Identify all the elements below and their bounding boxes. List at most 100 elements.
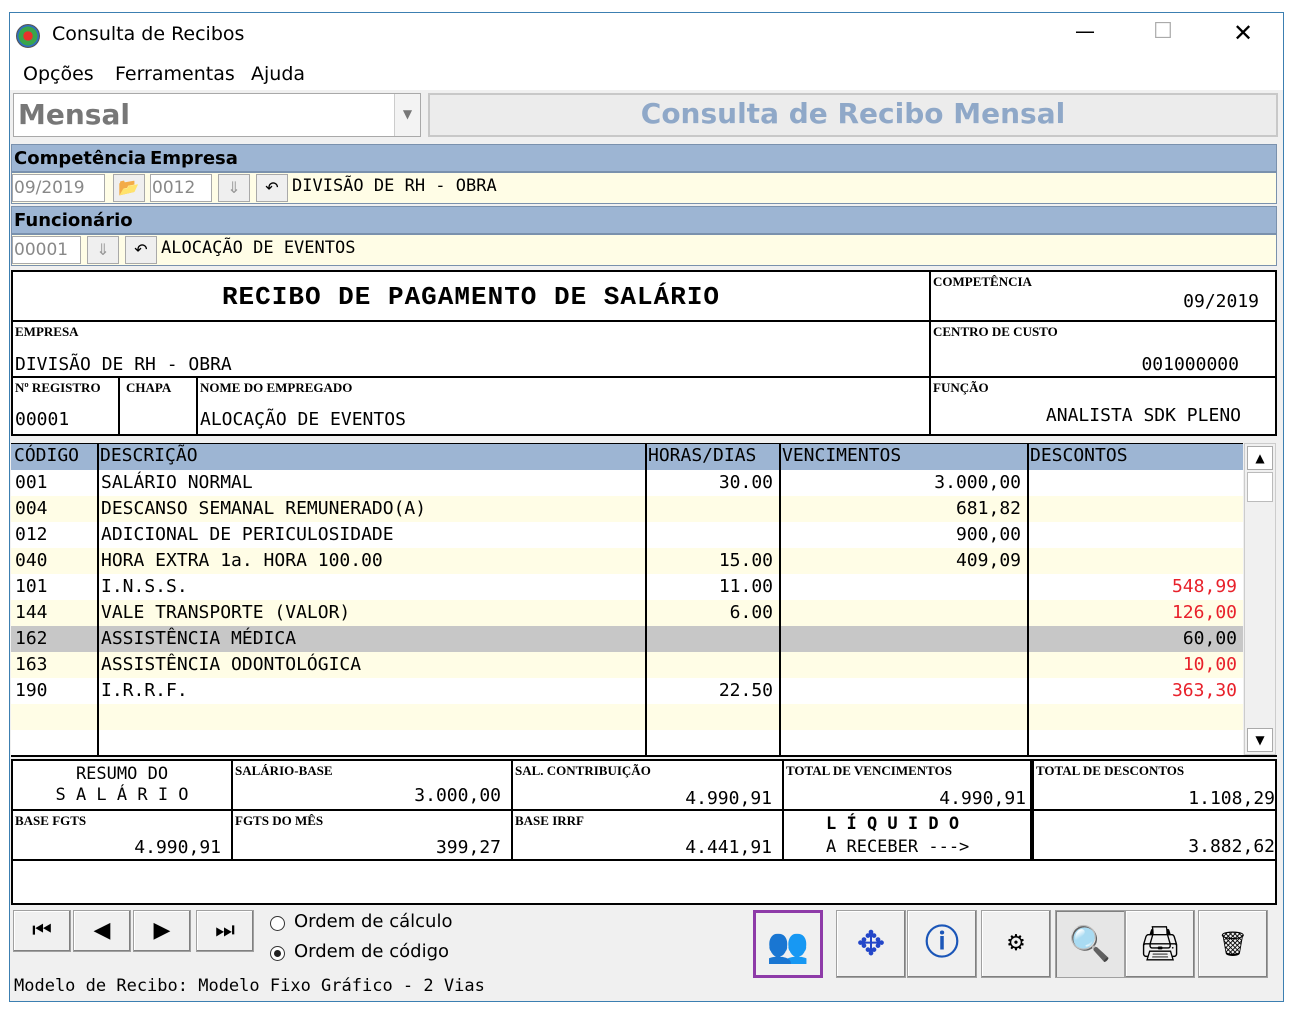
- cell-horas: 6.00: [729, 602, 773, 623]
- window-title: Consulta de Recibos: [52, 23, 245, 45]
- competencia-empresa-row: 09/2019 📂 0012 ⇓ ↶ DIVISÃO DE RH - OBRA: [11, 172, 1277, 204]
- base-fgts-value: 4.990,91: [134, 837, 221, 858]
- cell-horas: [645, 626, 779, 652]
- cell-horas: [645, 496, 779, 522]
- funcionario-row: 00001 ⇓ ↶ ALOCAÇÃO DE EVENTOS: [11, 234, 1277, 266]
- print-button[interactable]: 🖨: [1125, 910, 1195, 978]
- order-codigo-radio[interactable]: [270, 946, 285, 961]
- salario-base-caption: SALÁRIO-BASE: [235, 763, 333, 778]
- undo-icon[interactable]: ↶: [256, 174, 288, 202]
- salario-base-value: 3.000,00: [414, 785, 501, 806]
- menu-ajuda[interactable]: Ajuda: [251, 63, 305, 85]
- mode-select[interactable]: Mensal ▼: [13, 93, 421, 137]
- magnifier-icon: 🔍: [1068, 924, 1112, 964]
- scroll-down-button[interactable]: ▼: [1247, 728, 1273, 752]
- last-record-button[interactable]: ⏭: [196, 910, 254, 952]
- col-header-vencimentos[interactable]: VENCIMENTOS: [779, 444, 1027, 470]
- download-icon[interactable]: ⇓: [218, 174, 250, 202]
- cell-desc: 363,30: [1171, 680, 1237, 701]
- fgts-mes-caption: FGTS DO MÊS: [235, 813, 324, 828]
- cell-venc: 900,00: [955, 524, 1021, 545]
- cell-codigo: 101: [15, 576, 48, 597]
- receipt-title: RECIBO DE PAGAMENTO DE SALÁRIO: [221, 282, 721, 312]
- liquido-box: 3.882,62: [1032, 809, 1277, 861]
- scroll-thumb[interactable]: [1247, 472, 1273, 502]
- folder-open-icon[interactable]: 📂: [113, 174, 145, 202]
- cell-descricao: I.R.R.F.: [101, 680, 188, 701]
- download-icon[interactable]: ⇓: [87, 236, 119, 264]
- cell-descricao: I.N.S.S.: [101, 576, 188, 597]
- users-chat-icon: 👥: [766, 926, 810, 966]
- preview-button[interactable]: 🔍: [1055, 910, 1125, 978]
- resumo-line2: S A L Á R I O: [55, 785, 189, 805]
- info-button[interactable]: ⓘ: [907, 910, 977, 978]
- info-icon: ⓘ: [925, 925, 959, 962]
- receipt-title-box: RECIBO DE PAGAMENTO DE SALÁRIO: [11, 270, 931, 322]
- column-divider: [779, 444, 781, 756]
- maximize-button[interactable]: ☐: [1148, 19, 1178, 44]
- cell-desc: 10,00: [1182, 654, 1237, 675]
- close-button[interactable]: ✕: [1228, 19, 1258, 47]
- next-record-button[interactable]: ▶: [133, 910, 191, 952]
- order-calculo-label[interactable]: Ordem de cálculo: [294, 911, 452, 932]
- col-header-descricao[interactable]: DESCRIÇÃO: [97, 444, 645, 470]
- table-row[interactable]: [11, 704, 1243, 730]
- users-chat-button[interactable]: 👥: [753, 910, 823, 978]
- table-row[interactable]: 040 HORA EXTRA 1a. HORA 100.00 15.00 409,09: [11, 548, 1243, 574]
- col-header-descontos[interactable]: DESCONTOS: [1027, 444, 1243, 470]
- order-calculo-radio[interactable]: [270, 916, 285, 931]
- cell-codigo: 040: [15, 550, 48, 571]
- nome-caption: NOME DO EMPREGADO: [200, 380, 353, 395]
- scroll-up-button[interactable]: ▲: [1247, 446, 1273, 470]
- delete-button[interactable]: 🗑: [1198, 910, 1268, 978]
- funcao-caption: FUNÇÃO: [933, 380, 989, 395]
- recalculate-icon: ✥: [856, 924, 886, 964]
- total-descontos-caption: TOTAL DE DESCONTOS: [1036, 763, 1185, 778]
- vertical-scrollbar[interactable]: ▲ ▼: [1244, 443, 1276, 755]
- empresa-code-input[interactable]: 0012: [150, 174, 212, 202]
- table-row[interactable]: 190 I.R.R.F. 22.50 363,30: [11, 678, 1243, 704]
- order-codigo-label[interactable]: Ordem de código: [294, 941, 449, 962]
- first-record-button[interactable]: ⏮: [13, 910, 71, 952]
- printer-icon: 🖨: [1138, 924, 1182, 964]
- minimize-button[interactable]: —: [1070, 19, 1100, 43]
- competencia-input[interactable]: 09/2019: [12, 174, 105, 202]
- undo-icon[interactable]: ↶: [125, 236, 157, 264]
- cell-venc: [779, 574, 1027, 600]
- base-irrf-caption: BASE IRRF: [515, 813, 584, 828]
- settings-button[interactable]: ⚙: [981, 910, 1051, 978]
- table-row[interactable]: 163 ASSISTÊNCIA ODONTOLÓGICA 10,00: [11, 652, 1243, 678]
- header-title: Consulta de Recibo Mensal: [428, 93, 1278, 137]
- cell-codigo: 162: [15, 628, 48, 649]
- table-row[interactable]: 001 SALÁRIO NORMAL 30.00 3.000,00: [11, 470, 1243, 496]
- col-header-codigo[interactable]: CÓDIGO: [11, 444, 97, 470]
- empresa-name: DIVISÃO DE RH - OBRA: [292, 176, 497, 196]
- table-row[interactable]: 144 VALE TRANSPORTE (VALOR) 6.00 126,00: [11, 600, 1243, 626]
- menu-opcoes[interactable]: Opções: [23, 63, 94, 85]
- total-vencimentos-value: 4.990,91: [939, 788, 1026, 809]
- cell-descricao: DESCANSO SEMANAL REMUNERADO(A): [101, 498, 427, 519]
- table-row[interactable]: 101 I.N.S.S. 11.00 548,99: [11, 574, 1243, 600]
- cell-venc: 409,09: [955, 550, 1021, 571]
- receipt-empresa: DIVISÃO DE RH - OBRA: [15, 354, 232, 375]
- table-row[interactable]: 012 ADICIONAL DE PERICULOSIDADE 900,00: [11, 522, 1243, 548]
- cell-horas: [645, 522, 779, 548]
- funcao-box: FUNÇÃO ANALISTA SDK PLENO: [929, 376, 1277, 436]
- chevron-down-icon[interactable]: ▼: [394, 94, 420, 136]
- funcionario-code-input[interactable]: 00001: [12, 236, 81, 264]
- competencia-caption: COMPETÊNCIA: [933, 274, 1032, 289]
- previous-record-button[interactable]: ◀: [73, 910, 131, 952]
- table-row[interactable]: 162 ASSISTÊNCIA MÉDICA 60,00: [11, 626, 1243, 652]
- col-header-horas[interactable]: HORAS/DIAS: [645, 444, 779, 470]
- trash-icon: 🗑: [1217, 930, 1249, 958]
- menu-ferramentas[interactable]: Ferramentas: [115, 63, 235, 85]
- cell-descricao: ADICIONAL DE PERICULOSIDADE: [101, 524, 394, 545]
- table-row[interactable]: 004 DESCANSO SEMANAL REMUNERADO(A) 681,82: [11, 496, 1243, 522]
- cell-venc: 681,82: [955, 498, 1021, 519]
- total-vencimentos-box: TOTAL DE VENCIMENTOS 4.990,91: [782, 759, 1032, 811]
- column-divider: [1027, 444, 1029, 756]
- registro-box: Nº REGISTRO 00001: [11, 376, 120, 436]
- cell-desc: 60,00: [1182, 628, 1237, 649]
- cell-desc: [1027, 470, 1243, 496]
- recalculate-button[interactable]: ✥: [836, 910, 906, 978]
